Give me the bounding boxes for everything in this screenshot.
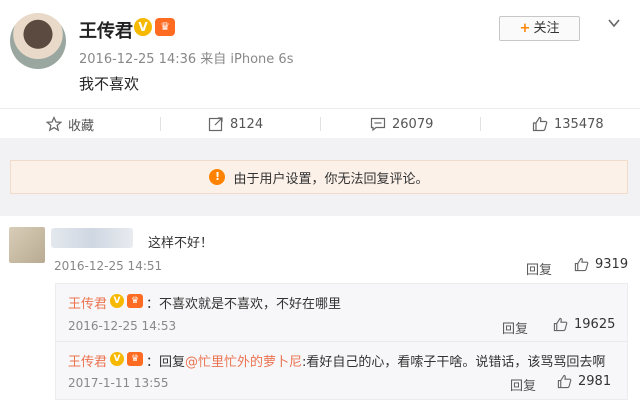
divider (160, 117, 161, 131)
reply-body: :看好自己的心，看嗦子干啥。说错话，该骂骂回去啊 (302, 355, 606, 370)
forward-icon (208, 117, 223, 132)
reply-author[interactable]: 王传君 (68, 293, 107, 312)
post-content: 我不喜欢 (79, 75, 140, 93)
verified-badge-icon: V (134, 18, 152, 36)
verified-badge-icon: V (110, 294, 124, 308)
member-badge-icon: ♛ (127, 294, 143, 308)
comment-time: 2016-12-25 14:51 (54, 259, 163, 273)
weibo-post: 王传君 V ♛ 2016-12-25 14:36 来自 iPhone 6s 我不… (0, 0, 640, 108)
member-badge-icon: ♛ (127, 352, 143, 366)
thumbs-up-icon (553, 317, 568, 332)
reply-like-count: 2981 (578, 374, 612, 389)
reply-time: 2016-12-25 14:53 (68, 319, 177, 333)
plus-icon: + (519, 21, 531, 36)
commenter-name-blurred (51, 228, 133, 248)
post-meta: 2016-12-25 14:36 来自 iPhone 6s (79, 52, 294, 67)
follow-button[interactable]: + 关注 (499, 16, 580, 41)
comment-text: 这样不好！ (148, 236, 214, 251)
divider (320, 117, 321, 131)
author-avatar[interactable] (10, 13, 66, 69)
chevron-down-icon[interactable] (607, 16, 621, 30)
reply-prefix: ：回复 (146, 355, 186, 370)
comment-reply-button[interactable]: 回复 (526, 259, 552, 278)
verified-badge-icon: V (110, 352, 124, 366)
mention-link[interactable]: @忙里忙外的萝卜尼 (185, 355, 302, 370)
thumbs-up-icon (574, 257, 589, 272)
comment-icon (370, 117, 386, 132)
comment-button[interactable]: 26079 (370, 109, 433, 139)
notice-text: 由于用户设置，你无法回复评论。 (233, 171, 429, 187)
favorite-label: 收藏 (68, 118, 95, 134)
reply-reply-button[interactable]: 回复 (502, 318, 528, 337)
author-name[interactable]: 王传君 (79, 17, 133, 43)
follow-label: 关注 (533, 21, 560, 36)
commenter-avatar[interactable] (9, 227, 45, 263)
divider (480, 117, 481, 131)
forward-count: 8124 (230, 116, 264, 132)
comment-like-count: 9319 (595, 257, 629, 272)
reply-like-button[interactable]: 2981 (557, 374, 611, 389)
member-badge-icon: ♛ (155, 18, 175, 36)
like-count: 135478 (554, 116, 604, 132)
reply-text: ：不喜欢就是不喜欢，不好在哪里 (146, 297, 342, 312)
reply-like-button[interactable]: 19625 (553, 317, 615, 332)
star-icon (46, 116, 62, 132)
reply-time: 2017-1-11 13:55 (68, 376, 169, 390)
reply-author[interactable]: 王传君 (68, 351, 107, 370)
warning-icon: ! (209, 169, 226, 185)
favorite-button[interactable]: 收藏 (46, 109, 94, 139)
reply-restriction-notice: ! 由于用户设置，你无法回复评论。 (10, 160, 628, 194)
divider (56, 341, 627, 342)
comment-count: 26079 (392, 116, 434, 132)
post-actions-bar: 收藏 8124 26079 135478 (0, 108, 640, 138)
reply-reply-button[interactable]: 回复 (510, 375, 536, 394)
comment-like-button[interactable]: 9319 (574, 257, 628, 272)
thumbs-up-icon (557, 374, 572, 389)
like-button[interactable]: 135478 (532, 109, 604, 139)
reply-like-count: 19625 (574, 317, 616, 332)
forward-button[interactable]: 8124 (208, 109, 263, 139)
reply-text: ：回复@忙里忙外的萝卜尼:看好自己的心，看嗦子干啥。说错话，该骂骂回去啊 (146, 351, 605, 370)
thumbs-up-icon (532, 116, 548, 132)
